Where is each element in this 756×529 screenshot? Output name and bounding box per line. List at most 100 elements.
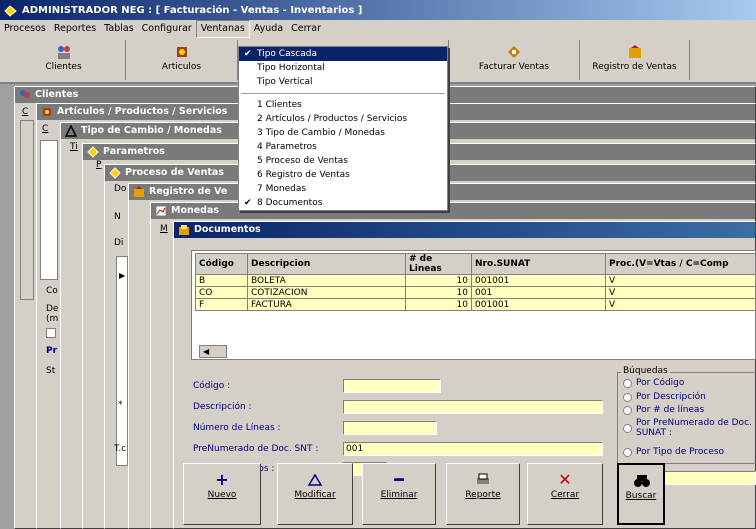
new-row-marker: *: [118, 400, 123, 410]
menu-item-window-3[interactable]: 3 Tipo de Cambio / Monedas: [239, 126, 447, 140]
app-icon: [4, 4, 17, 17]
busquedas-title: Búquedas: [621, 366, 670, 376]
prenumerado-field[interactable]: 001: [343, 442, 603, 456]
tipo-cambio-tab-letter[interactable]: Ti: [70, 142, 78, 152]
close-icon: ✕: [558, 470, 572, 489]
table-row[interactable]: F FACTURA 10 001001 V: [195, 298, 756, 311]
proceso-doc-label: Do: [114, 184, 127, 194]
menu-item-window-4[interactable]: 4 Parametros: [239, 140, 447, 154]
tipo-cambio-checkbox[interactable]: [46, 328, 56, 338]
buscar-button[interactable]: Buscar: [617, 463, 665, 525]
grid-scroll-left-button[interactable]: ◀: [199, 345, 227, 358]
col-proceso-header[interactable]: Proc.(V=Vtas / C=Comp: [605, 253, 756, 275]
proceso-tc-label: T.c: [114, 444, 127, 454]
tipo-cambio-st-label: St: [46, 366, 56, 376]
row-pointer-icon: ▶: [119, 271, 126, 280]
plus-icon: +: [215, 470, 229, 489]
menu-ayuda[interactable]: Ayuda: [250, 20, 287, 38]
col-descripcion-header[interactable]: Descripcion: [247, 253, 406, 275]
tipo-cambio-pr-label: Pr: [46, 346, 58, 356]
registro-ventas-toolbar-button[interactable]: Registro de Ventas: [580, 40, 690, 80]
menu-ventanas[interactable]: Ventanas: [195, 20, 250, 38]
parameters-icon: [87, 146, 99, 158]
sales-register-icon: [627, 44, 643, 60]
menu-separator: [241, 93, 445, 94]
articulos-list-edge: [40, 140, 58, 280]
menu-procesos[interactable]: Procesos: [0, 20, 50, 38]
binoculars-icon: [633, 473, 650, 489]
app-title-bar: ADMINISTRADOR NEG : [ Facturación - Vent…: [0, 0, 756, 20]
registro-n-label: N: [114, 212, 121, 222]
menu-item-window-8[interactable]: ✔ 8 Documentos: [239, 196, 447, 210]
radio-por-descripcion[interactable]: Por Descripción: [623, 392, 706, 402]
clientes-toolbar-button[interactable]: Clientes: [2, 40, 126, 80]
check-icon: ✔: [244, 198, 252, 208]
table-row[interactable]: CO COTIZACION 10 001 V: [195, 286, 756, 299]
codigo-field[interactable]: [343, 379, 441, 393]
clientes-tab-letter[interactable]: C: [22, 107, 28, 117]
articulos-tab-letter[interactable]: C: [42, 124, 48, 134]
radio-por-codigo[interactable]: Por Código: [623, 378, 684, 388]
tipo-cambio-im-label: (m: [46, 314, 59, 324]
col-sunat-header[interactable]: Nro.SUNAT: [471, 253, 606, 275]
triangle-icon: [307, 472, 323, 488]
lineas-label: Número de Líneas :: [193, 423, 281, 433]
codigo-label: Código :: [193, 381, 231, 391]
articulos-toolbar-button[interactable]: Articulos: [126, 40, 238, 80]
menu-item-tipo-vertical[interactable]: Tipo Vertical: [239, 75, 447, 89]
menu-item-window-7[interactable]: 7 Monedas: [239, 182, 447, 196]
invoice-icon: [506, 44, 522, 60]
monedas-tab-letter[interactable]: M: [160, 224, 168, 234]
menu-bar: Procesos Reportes Tablas Configurar Vent…: [0, 20, 756, 38]
modificar-button[interactable]: Modificar: [277, 463, 353, 525]
tipo-cambio-co-label: Co: [46, 286, 58, 296]
radio-por-prenumerado[interactable]: Por PreNumerado de Doc. SUNAT :: [623, 418, 755, 438]
documents-icon: [178, 224, 190, 236]
menu-configurar[interactable]: Configurar: [138, 20, 196, 38]
col-lineas-header[interactable]: # de Lineas: [405, 253, 472, 275]
app-title: ADMINISTRADOR NEG : [ Facturación - Vent…: [22, 4, 363, 16]
triangle-icon: [64, 124, 78, 137]
currency-icon: [155, 205, 167, 217]
articles-icon: [41, 106, 53, 118]
eliminar-button[interactable]: ━ Eliminar: [362, 463, 436, 525]
facturar-ventas-toolbar-button[interactable]: Facturar Ventas: [448, 40, 580, 80]
tipo-cambio-de-label: De: [46, 304, 59, 314]
table-row[interactable]: B BOLETA 10 001001 V: [195, 274, 756, 287]
lineas-field[interactable]: [343, 421, 437, 435]
window-documentos-title: Documentos: [174, 222, 755, 238]
descripcion-label: Descripción :: [193, 402, 252, 412]
printer-icon: [475, 472, 491, 488]
clients-icon: [19, 89, 31, 101]
radio-por-tipo-proceso[interactable]: Por Tipo de Proceso: [623, 447, 724, 457]
reporte-button[interactable]: Reporte: [446, 463, 520, 525]
menu-item-tipo-horizontal[interactable]: Tipo Horizontal: [239, 61, 447, 75]
menu-item-window-2[interactable]: 2 Artículos / Productos / Servicios: [239, 112, 447, 126]
articles-icon: [174, 44, 190, 60]
menu-item-window-6[interactable]: 6 Registro de Ventas: [239, 168, 447, 182]
descripcion-field[interactable]: [343, 400, 603, 414]
ventanas-dropdown-menu: ✔ Tipo Cascada Tipo Horizontal Tipo Verti…: [238, 46, 448, 211]
table-header-row: Código Descripcion # de Lineas Nro.SUNAT…: [195, 253, 756, 275]
clients-icon: [56, 44, 72, 60]
prenumerado-label: PreNumerado de Doc. SNT :: [193, 444, 319, 454]
parametros-tab-letter[interactable]: P: [96, 160, 101, 170]
nuevo-button[interactable]: + Nuevo: [183, 463, 261, 525]
check-icon: ✔: [244, 49, 252, 59]
radio-por-lineas[interactable]: Por # de líneas: [623, 405, 704, 415]
proceso-grid-edge: [116, 256, 128, 466]
menu-item-tipo-cascada[interactable]: ✔ Tipo Cascada: [239, 47, 447, 61]
menu-reportes[interactable]: Reportes: [50, 20, 100, 38]
sales-process-icon: [109, 167, 121, 179]
sales-register-icon: [133, 186, 145, 198]
documents-table: Código Descripcion # de Lineas Nro.SUNAT…: [195, 253, 756, 311]
clientes-panel-edge: [20, 120, 34, 300]
cerrar-button[interactable]: ✕ Cerrar: [527, 463, 603, 525]
minus-icon: ━: [394, 470, 404, 489]
menu-item-window-1[interactable]: 1 Clientes: [239, 98, 447, 112]
col-codigo-header[interactable]: Código: [195, 253, 248, 275]
menu-item-window-5[interactable]: 5 Proceso de Ventas: [239, 154, 447, 168]
menu-cerrar[interactable]: Cerrar: [287, 20, 325, 38]
registro-di-label: Di: [114, 238, 124, 248]
menu-tablas[interactable]: Tablas: [100, 20, 138, 38]
